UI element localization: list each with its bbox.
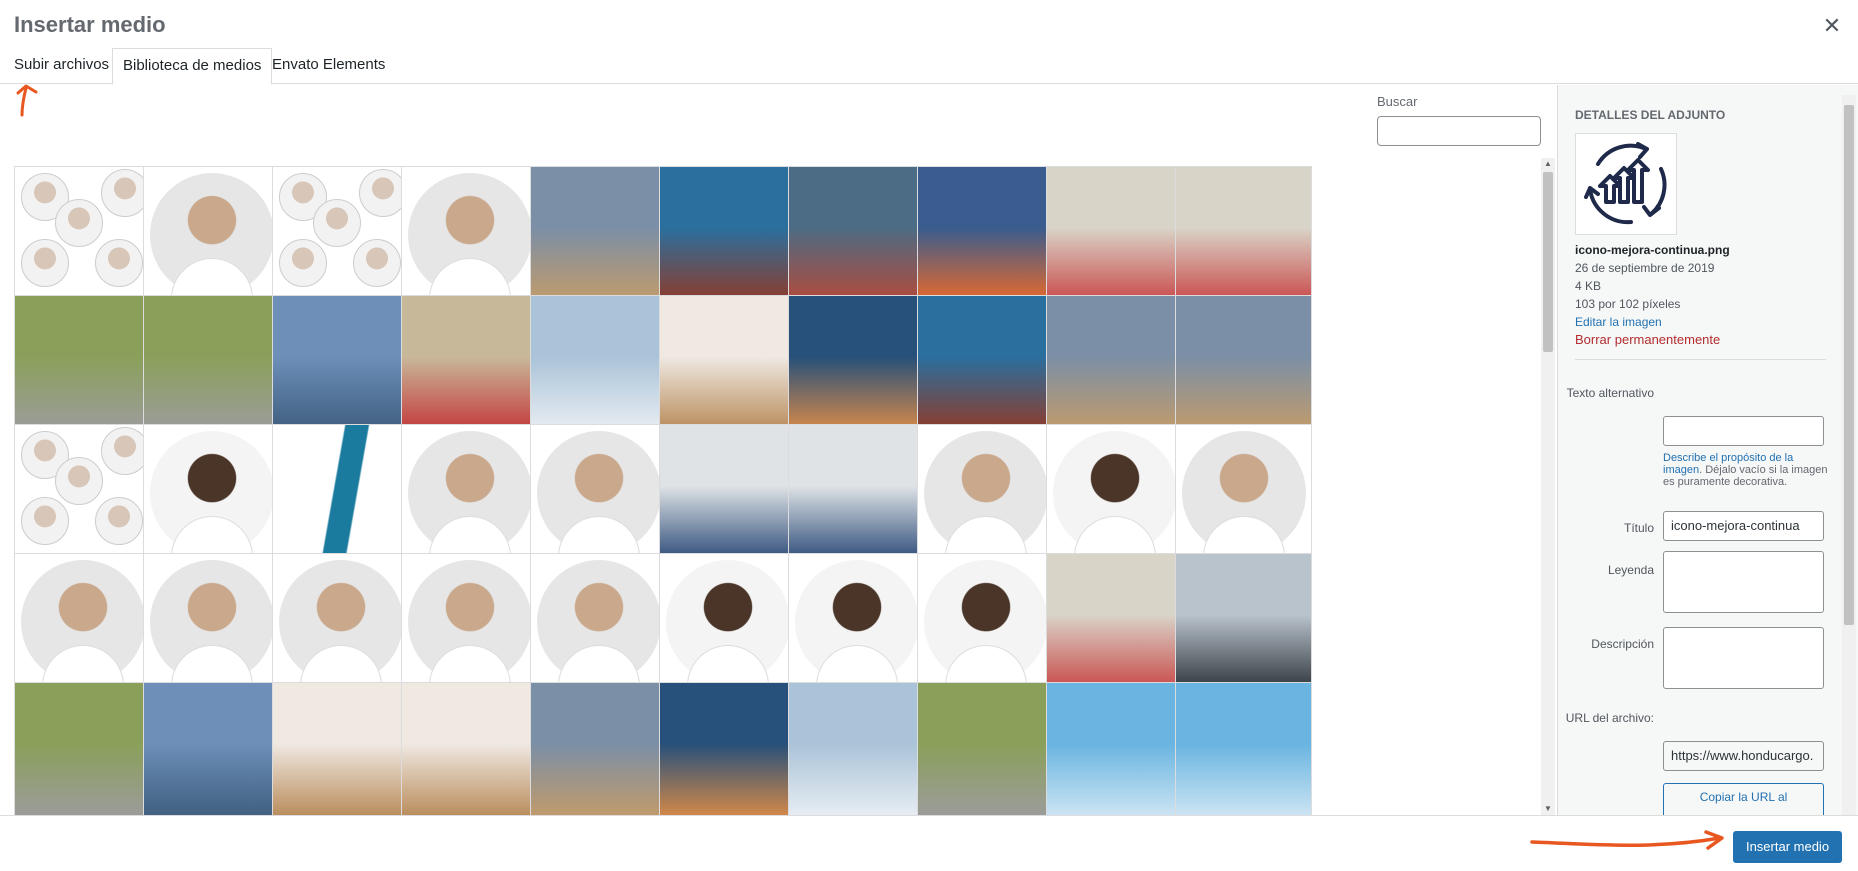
scrollbar-thumb[interactable] [1543, 172, 1553, 352]
attachment-thumbnail[interactable] [917, 166, 1054, 303]
scroll-up-icon[interactable]: ▲ [1541, 158, 1555, 170]
attachment-thumbnail[interactable] [659, 295, 796, 432]
attachment-thumbnail[interactable] [788, 682, 925, 815]
attachment-thumbnail[interactable] [401, 166, 538, 303]
attachment-thumbnail[interactable] [143, 166, 280, 303]
attachment-thumbnail[interactable] [1175, 424, 1312, 561]
attachment-dimensions: 103 por 102 píxeles [1575, 297, 1681, 311]
scrollbar-thumb[interactable] [1844, 105, 1854, 625]
attachment-thumbnail[interactable] [788, 424, 925, 561]
attachment-thumbnail[interactable] [1046, 166, 1183, 303]
attachments-grid [14, 166, 1534, 815]
sidebar-scrollbar[interactable] [1842, 95, 1856, 815]
attachment-thumbnail[interactable] [1175, 553, 1312, 690]
attachment-details-heading: DETALLES DEL ADJUNTO [1575, 108, 1726, 122]
attachment-thumbnail[interactable] [530, 424, 667, 561]
attachment-thumbnail[interactable] [143, 682, 280, 815]
alt-text-label: Texto alternativo [1566, 386, 1654, 400]
attachment-thumbnail[interactable] [401, 295, 538, 432]
attachment-thumbnail[interactable] [530, 295, 667, 432]
scroll-down-icon[interactable]: ▼ [1541, 803, 1555, 815]
caption-textarea[interactable] [1663, 551, 1824, 613]
search-label: Buscar [1377, 94, 1418, 109]
attachment-thumbnail[interactable] [788, 166, 925, 303]
close-icon[interactable]: ✕ [1818, 14, 1846, 42]
attachment-thumbnail[interactable] [530, 682, 667, 815]
attachment-thumbnail[interactable] [530, 166, 667, 303]
title-input[interactable]: icono-mejora-continua [1663, 511, 1824, 541]
attachment-thumbnail[interactable] [1175, 682, 1312, 815]
tab-media-library[interactable]: Biblioteca de medios [112, 48, 273, 85]
attachment-thumbnail[interactable] [143, 553, 280, 690]
attachment-thumbnail[interactable] [1046, 424, 1183, 561]
attachment-thumbnail[interactable] [1175, 295, 1312, 432]
attachment-thumbnail[interactable] [917, 424, 1054, 561]
attachment-thumbnail[interactable] [14, 553, 151, 690]
title-label: Título [1623, 521, 1654, 535]
tab-envato-elements[interactable]: Envato Elements [262, 48, 395, 84]
attachment-thumbnail[interactable] [272, 682, 409, 815]
attachment-filesize: 4 KB [1575, 279, 1602, 293]
modal-title: Insertar medio [14, 12, 166, 37]
attachment-thumbnail[interactable] [659, 682, 796, 815]
attachment-thumbnail[interactable] [1046, 682, 1183, 815]
insert-media-modal: Insertar medio ✕ Subir archivos Bibliote… [0, 0, 1858, 871]
attachment-thumbnail[interactable] [788, 295, 925, 432]
attachment-thumbnail[interactable] [917, 295, 1054, 432]
attachment-thumbnail[interactable] [917, 553, 1054, 690]
attachment-thumbnail[interactable] [659, 553, 796, 690]
attachment-thumbnail[interactable] [401, 424, 538, 561]
copy-url-button[interactable]: Copiar la URL al [1663, 783, 1824, 819]
attachment-thumbnail[interactable] [143, 295, 280, 432]
edit-image-link[interactable]: Editar la imagen [1575, 315, 1662, 329]
alt-text-help: Describe el propósito de la imagen. Déja… [1663, 452, 1830, 488]
insert-media-button[interactable]: Insertar medio [1733, 831, 1842, 863]
description-textarea[interactable] [1663, 627, 1824, 689]
attachment-thumbnail[interactable] [1046, 553, 1183, 690]
attachment-filename: icono-mejora-continua.png [1575, 243, 1730, 257]
description-label: Descripción [1591, 637, 1654, 651]
caption-label: Leyenda [1607, 563, 1654, 577]
file-url-input[interactable]: https://www.honducargo. [1663, 741, 1824, 771]
attachment-thumbnail[interactable] [917, 682, 1054, 815]
attachment-thumbnail[interactable] [272, 166, 409, 303]
attachment-thumbnail[interactable] [272, 424, 409, 561]
attachment-thumbnail[interactable] [401, 553, 538, 690]
attachment-thumbnail[interactable] [659, 424, 796, 561]
file-url-label: URL del archivo: [1565, 711, 1654, 725]
attachment-thumbnail[interactable] [788, 553, 925, 690]
attachment-thumbnail[interactable] [14, 682, 151, 815]
search-input[interactable] [1377, 116, 1541, 146]
attachment-thumbnail[interactable] [14, 295, 151, 432]
attachment-thumbnail[interactable] [143, 424, 280, 561]
attachment-thumbnail[interactable] [272, 553, 409, 690]
continuous-improvement-icon [1584, 142, 1667, 225]
divider [1575, 359, 1826, 360]
attachment-thumbnail[interactable] [272, 295, 409, 432]
attachment-thumbnail[interactable] [14, 424, 151, 561]
tab-upload-files[interactable]: Subir archivos [4, 48, 119, 84]
attachment-thumbnail[interactable] [530, 553, 667, 690]
attachment-thumbnail[interactable] [401, 682, 538, 815]
delete-permanently-link[interactable]: Borrar permanentemente [1575, 332, 1720, 347]
attachment-thumbnail[interactable] [659, 166, 796, 303]
media-router-tabs: Subir archivos Biblioteca de medios Enva… [0, 48, 1858, 85]
alt-text-input[interactable] [1663, 416, 1824, 446]
attachment-date: 26 de septiembre de 2019 [1575, 261, 1715, 275]
annotation-arrow-right [1530, 830, 1724, 850]
attachment-thumbnail [1575, 133, 1677, 235]
attachment-thumbnail[interactable] [1175, 166, 1312, 303]
attachment-thumbnail[interactable] [14, 166, 151, 303]
attachment-thumbnail[interactable] [1046, 295, 1183, 432]
grid-scrollbar[interactable]: ▲ ▼ [1541, 158, 1555, 815]
